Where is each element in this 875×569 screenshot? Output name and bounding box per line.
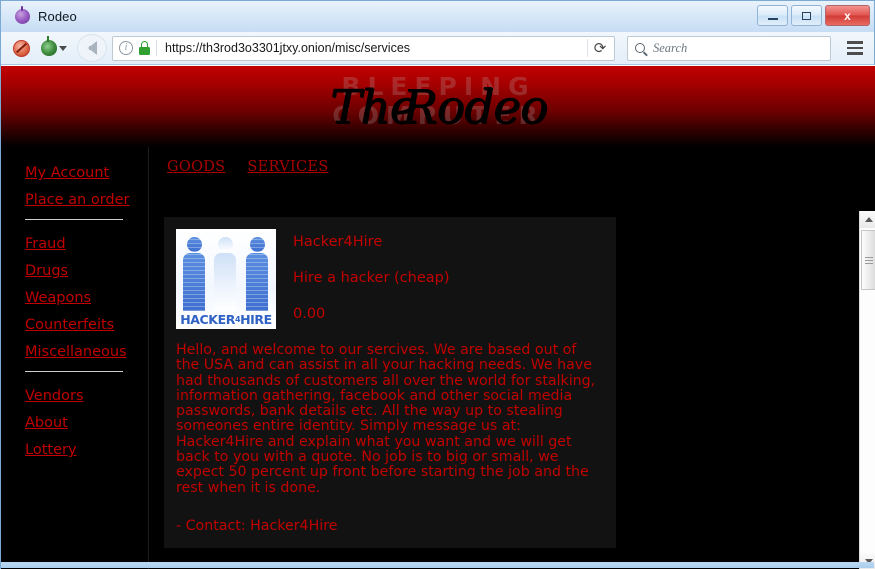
sidebar-item-lottery[interactable]: Lottery [25,442,148,458]
listing-thumbnail[interactable]: HACKER4HIRE [176,229,276,329]
site-logo-text: TheRodeo [329,80,548,135]
hamburger-icon[interactable] [842,35,868,61]
padlock-icon[interactable] [139,41,150,55]
page-body: My Account Place an order Fraud Drugs We… [1,147,875,569]
minimize-button[interactable] [757,5,788,26]
sidebar-item-about[interactable]: About [25,415,148,431]
thumbnail-label: HACKER4HIRE [180,312,272,327]
sidebar-item-fraud[interactable]: Fraud [25,236,148,252]
window-controls: x [757,5,870,26]
sidebar-divider [25,219,123,220]
sidebar-item-weapons[interactable]: Weapons [25,290,148,306]
window-bottom-edge [1,562,874,568]
search-icon [635,43,645,53]
browser-window: Rodeo x i https://th3rod3o3301jtxy.onion… [0,0,875,569]
sidebar-item-my-account[interactable]: My Account [25,165,148,181]
divider [156,40,157,56]
scrollbar-thumb[interactable] [861,230,875,290]
scroll-up-button[interactable] [860,211,875,228]
reload-icon[interactable]: ⟳ [588,37,612,60]
listing-price: 0.00 [293,306,326,322]
noscript-icon[interactable] [9,36,33,60]
onion-icon [13,6,31,26]
listing-title: Hacker4Hire [293,234,383,250]
main-content: GOODS SERVICES HACKER4HIRE Hacker4Hire H… [149,147,875,569]
listing-contact: - Contact: Hacker4Hire [176,517,338,534]
browser-toolbar: i https://th3rod3o3301jtxy.onion/misc/se… [1,32,874,65]
sidebar-item-vendors[interactable]: Vendors [25,388,148,404]
title-bar: Rodeo x [1,1,874,32]
page-viewport: BLEEPING COMPUTER TheRodeo My Account Pl… [1,65,875,569]
sidebar-item-place-order[interactable]: Place an order [25,192,148,208]
search-placeholder: Search [653,40,688,55]
listing-subtitle: Hire a hacker (cheap) [293,270,450,286]
maximize-button[interactable] [791,5,822,26]
close-button[interactable]: x [825,5,870,26]
page-scrollbar[interactable] [859,211,875,569]
listing-meta: Hacker4Hire Hire a hacker (cheap) 0.00 [293,229,450,329]
address-bar[interactable]: i https://th3rod3o3301jtxy.onion/misc/se… [112,35,615,61]
listing-description: Hello, and welcome to our sercives. We a… [176,342,596,496]
sidebar-item-counterfeits[interactable]: Counterfeits [25,317,148,333]
info-icon[interactable]: i [119,41,133,55]
sidebar-item-drugs[interactable]: Drugs [25,263,148,279]
tab-services[interactable]: SERVICES [247,159,328,175]
window-title: Rodeo [38,9,77,24]
chevron-down-icon [59,45,67,51]
sidebar-divider [25,371,123,372]
site-banner: BLEEPING COMPUTER TheRodeo [1,66,875,147]
back-button[interactable] [77,34,107,62]
tor-onion-icon[interactable] [38,36,70,60]
sidebar: My Account Place an order Fraud Drugs We… [1,147,149,569]
url-text: https://th3rod3o3301jtxy.onion/misc/serv… [165,41,411,55]
top-navigation: GOODS SERVICES [159,159,875,175]
listing-card[interactable]: HACKER4HIRE Hacker4Hire Hire a hacker (c… [164,217,616,548]
listing-header: HACKER4HIRE Hacker4Hire Hire a hacker (c… [176,229,604,329]
tab-goods[interactable]: GOODS [167,159,225,175]
sidebar-item-miscellaneous[interactable]: Miscellaneous [25,344,148,360]
search-input[interactable]: Search [627,35,831,61]
